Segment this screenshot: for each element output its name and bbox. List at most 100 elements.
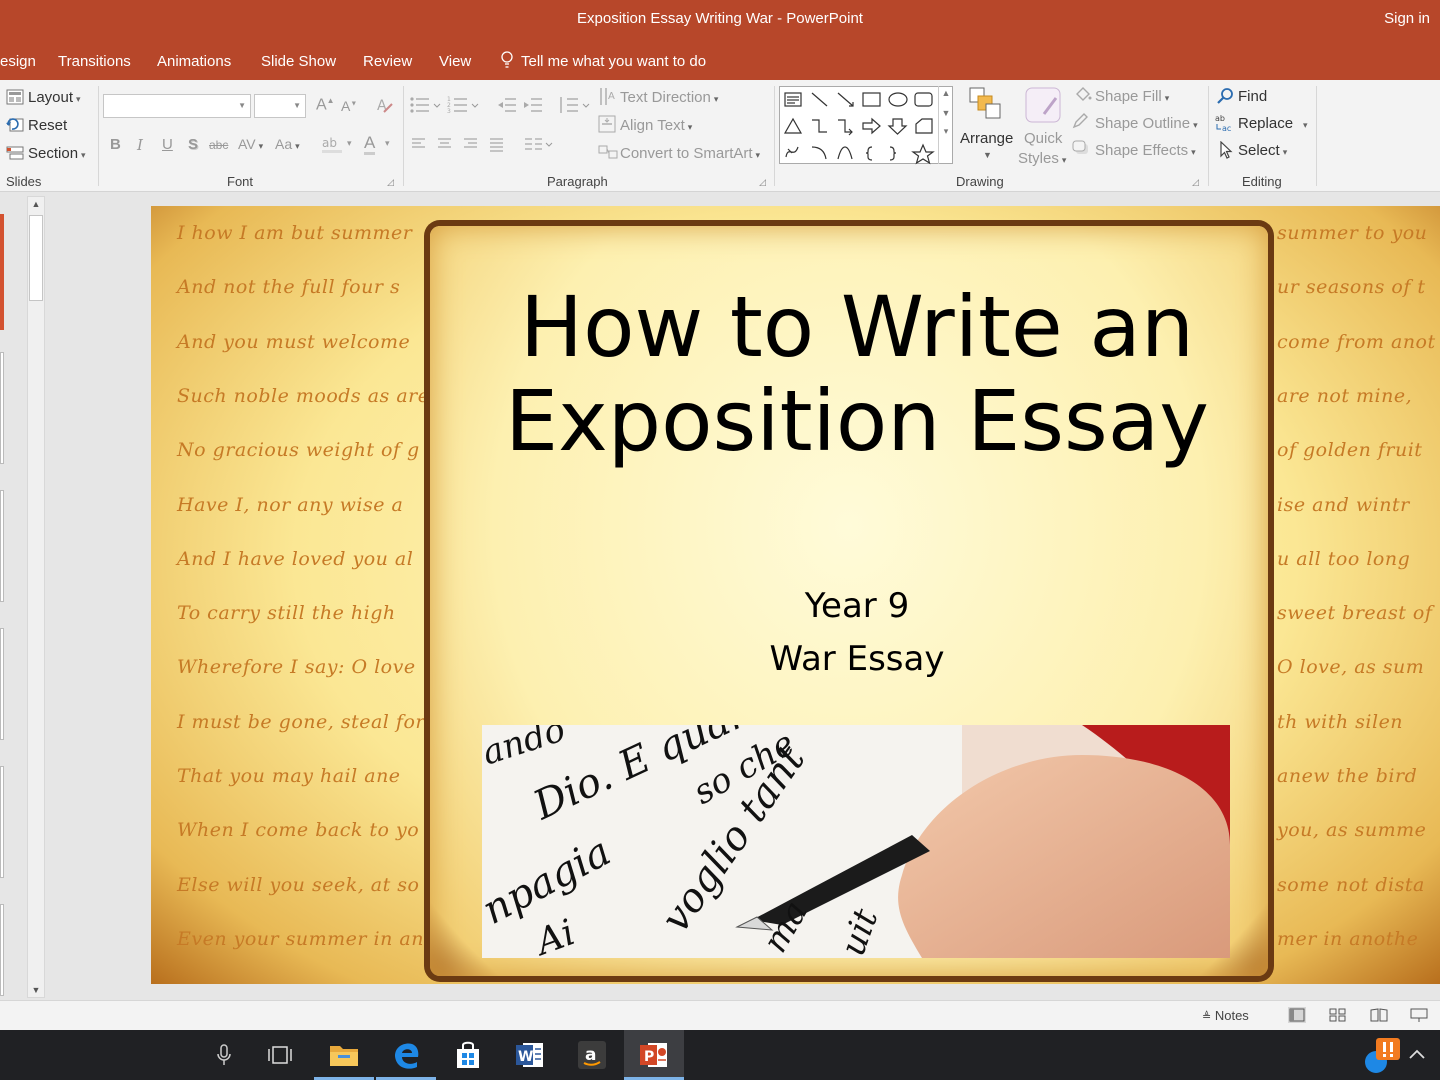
task-view-icon[interactable] <box>267 1045 293 1065</box>
tab-slide-show[interactable]: Slide Show <box>261 53 336 70</box>
shapes-gallery[interactable] <box>779 86 953 165</box>
subtitle-essay[interactable]: War Essay <box>451 639 1263 679</box>
scrollbar-thumb[interactable] <box>29 215 43 301</box>
tell-me-search[interactable]: Tell me what you want to do <box>521 53 706 70</box>
select-button[interactable]: Select ▾ <box>1238 142 1287 159</box>
tab-design[interactable]: esign <box>0 53 36 70</box>
tab-view[interactable]: View <box>439 53 471 70</box>
tab-review[interactable]: Review <box>363 53 412 70</box>
slide-thumbnail-3[interactable] <box>0 490 4 602</box>
taskbar-amazon[interactable]: a <box>562 1030 622 1080</box>
underline-button[interactable]: U <box>162 136 173 153</box>
shadow-button[interactable]: S <box>188 136 198 153</box>
chevron-down-icon[interactable]: ▾ <box>347 138 352 149</box>
paint-bucket-icon <box>1076 87 1092 101</box>
alignment-icons[interactable] <box>411 136 529 152</box>
slide-sorter-icon[interactable] <box>1329 1007 1347 1023</box>
parchment-text-line: Have I, nor any wise a <box>177 493 404 516</box>
shape-effects-button[interactable]: Shape Effects ▾ <box>1095 142 1196 159</box>
shape-outline-button[interactable]: Shape Outline ▾ <box>1095 115 1198 132</box>
highlighter-icon[interactable]: ab <box>321 134 345 154</box>
align-text-button[interactable]: Align Text ▾ <box>620 117 692 134</box>
strikethrough-button[interactable]: abc <box>209 138 228 152</box>
shrink-font-button[interactable]: A▼ <box>341 98 357 114</box>
chevron-down-icon: ▼ <box>293 101 301 110</box>
dialog-launcher-icon[interactable]: ◿ <box>759 177 766 188</box>
taskbar-powerpoint[interactable]: P <box>624 1030 684 1080</box>
shapes-gallery-scroll[interactable]: ▲ ▼ ▾ <box>938 86 953 164</box>
subtitle-year[interactable]: Year 9 <box>451 586 1263 626</box>
parchment-text-line: Wherefore I say: O love <box>177 656 416 679</box>
tab-transitions[interactable]: Transitions <box>58 53 131 70</box>
numbering-icon[interactable]: 123 <box>447 96 481 114</box>
layout-button[interactable]: Layout ▾ <box>28 89 81 106</box>
slide-thumbnail-1[interactable] <box>0 214 4 330</box>
font-size-combo[interactable]: ▼ <box>254 94 306 118</box>
slide-thumbnail-6[interactable] <box>0 904 4 996</box>
chevron-up-icon[interactable] <box>1408 1048 1426 1060</box>
slideshow-view-icon[interactable] <box>1410 1007 1428 1023</box>
slide-thumbnail-5[interactable] <box>0 766 4 878</box>
font-color-button[interactable]: A <box>364 134 376 155</box>
parchment-text-line: No gracious weight of g <box>177 439 420 462</box>
shape-fill-button[interactable]: Shape Fill ▾ <box>1095 88 1169 105</box>
convert-to-smartart-button[interactable]: Convert to SmartArt ▾ <box>620 145 760 162</box>
dialog-launcher-icon[interactable]: ◿ <box>387 177 394 188</box>
notification-alert-icon[interactable] <box>1362 1036 1402 1076</box>
increase-indent-icon[interactable] <box>523 96 543 114</box>
line-spacing-icon[interactable] <box>558 96 592 114</box>
status-bar: ≜ Notes <box>0 1000 1440 1030</box>
chevron-down-icon[interactable]: ▾ <box>385 138 390 149</box>
slide-thumbnail-4[interactable] <box>0 628 4 740</box>
arrange-button[interactable]: Arrange <box>960 130 1013 147</box>
tab-animations[interactable]: Animations <box>157 53 231 70</box>
decrease-indent-icon[interactable] <box>497 96 517 114</box>
scroll-down-icon[interactable]: ▼ <box>28 985 44 995</box>
smartart-icon[interactable] <box>598 143 618 161</box>
reset-button[interactable]: Reset <box>28 117 67 134</box>
quick-styles-button-2[interactable]: Styles ▾ <box>1018 150 1066 167</box>
character-spacing-button[interactable]: AV ▾ <box>238 136 263 152</box>
find-button[interactable]: Find <box>1238 88 1267 105</box>
text-direction-icon[interactable]: A <box>598 87 616 107</box>
more-icon[interactable]: ▾ <box>939 126 953 137</box>
chevron-down-icon[interactable]: ▼ <box>983 150 992 160</box>
powerpoint-icon: P <box>640 1043 667 1067</box>
thumbnails-scrollbar[interactable]: ▲ ▼ <box>27 196 45 998</box>
columns-icon[interactable] <box>524 136 554 152</box>
slide-thumbnail-2[interactable] <box>0 352 4 464</box>
svg-text:ac: ac <box>1222 124 1231 133</box>
bold-button[interactable]: B <box>110 136 121 153</box>
taskbar-word[interactable]: W <box>500 1030 560 1080</box>
chevron-up-icon[interactable]: ▲ <box>939 88 953 98</box>
replace-icon: abac <box>1215 114 1231 133</box>
taskbar-file-explorer[interactable] <box>314 1030 374 1080</box>
chevron-down-icon[interactable]: ▼ <box>939 108 953 118</box>
align-text-icon[interactable] <box>598 115 616 133</box>
taskbar-edge[interactable] <box>376 1030 436 1080</box>
parchment-text-line: some not dista <box>1277 873 1425 896</box>
parchment-text-line: ise and wintr <box>1277 493 1410 516</box>
grow-font-button[interactable]: A▲ <box>316 96 335 114</box>
slide-canvas[interactable]: I how I am but summer And not the full fo… <box>151 206 1440 984</box>
section-button[interactable]: Section ▾ <box>28 145 86 162</box>
bullets-icon[interactable] <box>409 96 443 114</box>
clear-formatting-icon[interactable]: A <box>375 96 393 114</box>
slide-title[interactable]: How to Write an Exposition Essay <box>451 280 1263 468</box>
taskbar-store[interactable] <box>438 1030 498 1080</box>
font-name-combo[interactable]: ▼ <box>103 94 251 118</box>
text-direction-button[interactable]: Text Direction ▾ <box>620 89 718 106</box>
scroll-up-icon[interactable]: ▲ <box>28 199 44 209</box>
notes-button[interactable]: ≜ Notes <box>1202 1008 1249 1023</box>
change-case-button[interactable]: Aa ▾ <box>275 136 300 152</box>
italic-button[interactable]: I <box>137 136 143 154</box>
shapes-icons[interactable] <box>780 87 940 165</box>
sign-in-link[interactable]: Sign in <box>1384 10 1430 27</box>
microphone-icon[interactable] <box>216 1044 232 1066</box>
quick-styles-button[interactable]: Quick <box>1024 130 1062 147</box>
handwriting-photo[interactable]: ando Dio. E quan so che npagia voglio ta… <box>482 725 1230 958</box>
reading-view-icon[interactable] <box>1370 1007 1388 1023</box>
normal-view-icon[interactable] <box>1288 1007 1306 1023</box>
dialog-launcher-icon[interactable]: ◿ <box>1192 177 1199 188</box>
replace-button[interactable]: Replace ▾ <box>1238 115 1308 132</box>
